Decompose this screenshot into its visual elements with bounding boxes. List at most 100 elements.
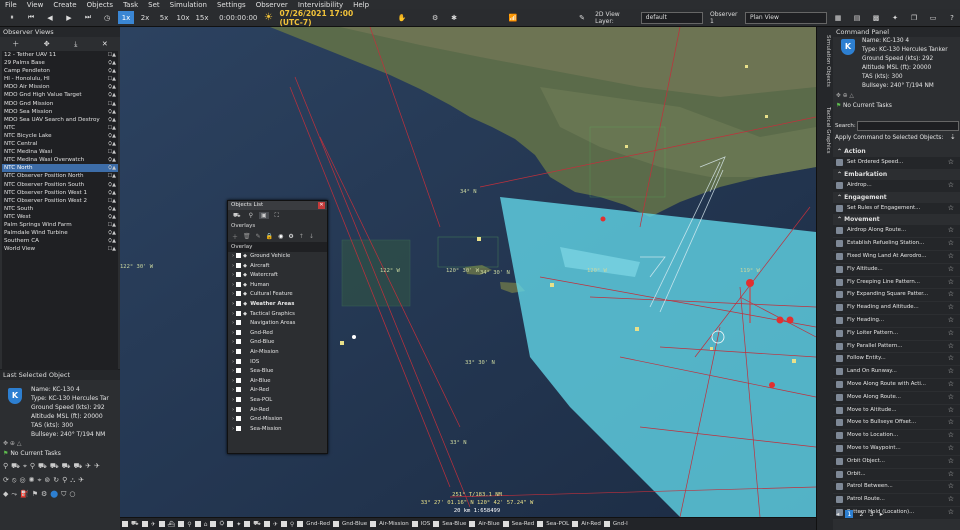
shield-icon[interactable]: ⛉	[61, 490, 66, 499]
observer-view-item[interactable]: Palm Springs Wind Farm ☐▲	[2, 221, 118, 229]
layers-icon[interactable]: ▤	[849, 11, 865, 24]
command-item[interactable]: Set Ordered Speed... ☆	[833, 157, 960, 170]
layer-checkbox[interactable]	[244, 521, 251, 527]
tab-simulation-objects[interactable]: Simulation Objects	[819, 35, 831, 87]
observer-view-item[interactable]: MDO Gnd Mission ☐▲	[2, 100, 118, 108]
command-item[interactable]: Land On Runway... ☆	[833, 366, 960, 379]
observer-view-item[interactable]: NTC Observer Position West 1 ⛭▲	[2, 189, 118, 197]
observer-view-item[interactable]: NTC Observer Position North ☐▲	[2, 172, 118, 180]
step-back-icon[interactable]: ◀	[42, 11, 58, 24]
delete-icon[interactable]: 🗑	[243, 233, 251, 240]
land-icon[interactable]: ⛬	[70, 476, 75, 485]
walk-icon[interactable]: ⚲	[3, 462, 8, 471]
command-item[interactable]: Move to Bullseye Offset... ☆	[833, 417, 960, 431]
speed-5x-button[interactable]: 5x	[156, 11, 172, 24]
overlay-row[interactable]: › ◆ Weather Areas	[228, 300, 327, 310]
menu-objects[interactable]: Objects	[82, 1, 118, 9]
overlay-checkbox[interactable]	[236, 406, 242, 412]
overlay-checkbox[interactable]	[236, 281, 242, 287]
observer-view-item[interactable]: HI - Honolulu, HI ☐▲	[2, 75, 118, 83]
overlay-checkbox[interactable]	[236, 262, 242, 268]
star-icon[interactable]: ☆	[948, 277, 954, 289]
overlay-checkbox[interactable]	[572, 521, 579, 527]
menu-help[interactable]: Help	[348, 1, 374, 9]
loop-icon[interactable]: ↻	[53, 476, 59, 485]
map-tools-icon[interactable]: ▦	[830, 11, 846, 24]
overlay-checkbox[interactable]	[502, 521, 509, 527]
car-icon[interactable]: ⛟	[62, 462, 71, 471]
monitor-icon[interactable]: ▭	[925, 11, 941, 24]
expand-icon[interactable]: ›	[232, 253, 234, 259]
menu-settings[interactable]: Settings	[212, 1, 251, 9]
layer-checkbox[interactable]	[158, 521, 165, 527]
date-time[interactable]: 07/26/2021 17:00 (UTC-7)	[279, 9, 377, 27]
command-item[interactable]: Patrol Between... ☆	[833, 481, 960, 495]
overlay-checkbox[interactable]	[537, 521, 544, 527]
command-item[interactable]: Move to Location... ☆	[833, 430, 960, 443]
observer-view-item[interactable]: NTC Bicycle Lake ⛭▲	[2, 132, 118, 140]
overlay-checkbox[interactable]	[297, 521, 304, 527]
star-icon[interactable]: ☆	[948, 392, 954, 404]
command-item[interactable]: Fly Heading and Altitude... ☆	[833, 302, 960, 315]
overlay-checkbox[interactable]	[236, 320, 242, 326]
speed-15x-button[interactable]: 15x	[194, 11, 210, 24]
close-icon[interactable]: ✕	[102, 40, 108, 48]
observer-view-item[interactable]: Camp Pendleton ⛭▲	[2, 67, 118, 75]
star-icon[interactable]: ☆	[948, 443, 954, 455]
menu-set[interactable]: Set	[143, 1, 165, 9]
layer-checkbox[interactable]	[263, 521, 270, 527]
star-icon[interactable]: ☆	[948, 238, 954, 250]
layer-checkbox[interactable]	[227, 521, 234, 527]
overlay-checkbox[interactable]	[469, 521, 476, 527]
path-icon[interactable]: ⤳	[11, 490, 17, 499]
command-item[interactable]: Set Rules of Engagement... ☆	[833, 202, 960, 216]
expand-icon[interactable]: ›	[232, 282, 234, 288]
tab-vehicles-icon[interactable]: ⛟	[231, 212, 243, 220]
draw-icon[interactable]: ✎	[574, 11, 590, 24]
overlay-row[interactable]: › IOS	[228, 358, 327, 368]
layer-checkbox[interactable]	[178, 521, 185, 527]
observer-view-item[interactable]: 29 Palms Base ⛭▲	[2, 59, 118, 67]
command-item[interactable]: Airdrop... ☆	[833, 179, 960, 193]
aim-icon[interactable]: ⌖	[23, 462, 27, 471]
overlay-checkbox[interactable]	[236, 310, 242, 316]
zoom-icon[interactable]: ⚲	[62, 476, 67, 485]
layer-checkbox[interactable]	[280, 521, 287, 527]
dismount-icon[interactable]: ⚲	[30, 462, 35, 471]
page-prev-icon[interactable]: ◂	[836, 510, 839, 518]
overlay-checkbox[interactable]	[236, 377, 242, 383]
overlay-row[interactable]: › Sea-Blue	[228, 367, 327, 377]
expand-icon[interactable]: ›	[232, 320, 234, 326]
speed-10x-button[interactable]: 10x	[175, 11, 191, 24]
overlay-row[interactable]: › Air-Red	[228, 406, 327, 416]
command-item[interactable]: Follow Entity... ☆	[833, 353, 960, 367]
star-icon[interactable]: ☆	[948, 328, 954, 340]
overlay-row[interactable]: › ◆ Human	[228, 281, 327, 291]
help-icon[interactable]: ?	[944, 11, 960, 24]
observer-view-item[interactable]: MDO Air Mission ⛭▲	[2, 83, 118, 91]
overlay-row[interactable]: › Air-Blue	[228, 377, 327, 387]
command-item[interactable]: Fly Altitude... ☆	[833, 263, 960, 277]
tab-overlays-icon[interactable]: ▣	[258, 212, 269, 219]
locate-icon[interactable]: ⬤	[50, 490, 58, 499]
layer-select[interactable]: default	[640, 11, 703, 24]
command-item[interactable]: Move to Altitude... ☆	[833, 404, 960, 418]
command-category[interactable]: ⌃ Engagement	[833, 192, 960, 203]
overlay-checkbox[interactable]	[433, 521, 440, 527]
overlay-checkbox[interactable]	[236, 253, 242, 258]
overlay-row[interactable]: › ◆ Cultural Feature	[228, 290, 327, 300]
move-icon[interactable]: ✥	[44, 40, 50, 48]
expand-icon[interactable]: ›	[232, 359, 234, 365]
overlay-row[interactable]: › Gnd-Blue	[228, 338, 327, 348]
clock-icon[interactable]: ◷	[99, 11, 115, 24]
expand-icon[interactable]: ›	[232, 311, 234, 317]
expand-icon[interactable]: ›	[232, 349, 234, 355]
observer-view-item[interactable]: Southern CA ⛭▲	[2, 237, 118, 245]
gear2-icon[interactable]: ⚙	[41, 490, 47, 499]
overlay-checkbox[interactable]	[236, 358, 242, 364]
star-icon[interactable]: ☆	[948, 225, 954, 237]
expand-icon[interactable]: ›	[232, 426, 234, 432]
car2-icon[interactable]: ⛟	[73, 462, 82, 471]
command-item[interactable]: Move Along Route with Acti... ☆	[833, 378, 960, 392]
star-icon[interactable]: ☆	[948, 289, 954, 301]
